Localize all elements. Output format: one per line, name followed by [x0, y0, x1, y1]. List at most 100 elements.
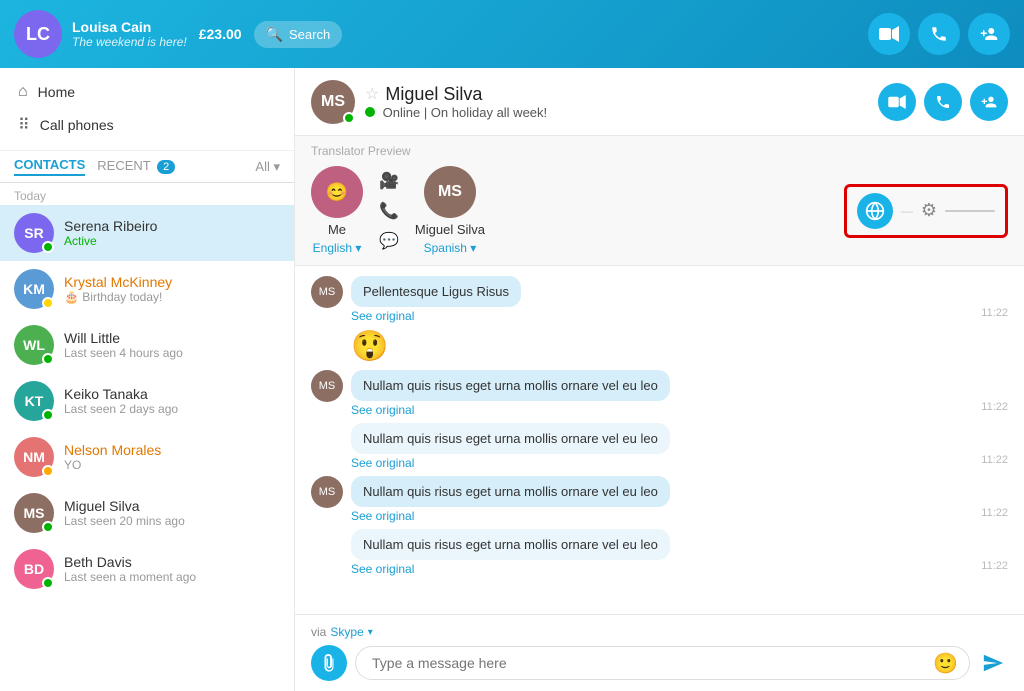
header-username: Louisa Cain [72, 19, 187, 35]
chat-status-dot [343, 112, 355, 124]
status-dot-nelson [42, 465, 54, 477]
contact-name-serena: Serena Ribeiro [64, 218, 280, 234]
msg-text-3: Nullam quis risus eget urna mollis ornar… [351, 370, 670, 401]
status-dot-krystal [42, 297, 54, 309]
msg-bubble-6: Nullam quis risus eget urna mollis ornar… [351, 529, 670, 576]
chat-bubble-icon: 💬 [379, 231, 399, 251]
recent-badge: 2 [157, 160, 175, 174]
chat-contact-status: Online | On holiday all week! [365, 105, 878, 120]
sidebar-item-home[interactable]: ⌂ Home [14, 76, 280, 108]
see-original-4[interactable]: See original [351, 456, 670, 470]
contact-item-will[interactable]: WL Will Little Last seen 4 hours ago [0, 317, 294, 373]
contact-name-beth: Beth Davis [64, 554, 280, 570]
msg-avatar-5: MS [311, 476, 343, 508]
add-contact-button[interactable] [968, 13, 1010, 55]
contact-item-beth[interactable]: BD Beth Davis Last seen a moment ago [0, 541, 294, 597]
tab-all-filter[interactable]: All ▾ [255, 159, 280, 175]
message-4: Nullam quis risus eget urna mollis ornar… [311, 423, 1008, 470]
video-call-button[interactable] [868, 13, 910, 55]
message-6: Nullam quis risus eget urna mollis ornar… [311, 529, 1008, 576]
contact-sub-miguel: Last seen 20 mins ago [64, 514, 280, 528]
avatar-miguel: MS [14, 493, 54, 533]
chat-add-contact-button[interactable] [970, 83, 1008, 121]
translator-label: Translator Preview [311, 144, 1008, 158]
msg-text-5: Nullam quis risus eget urna mollis ornar… [351, 476, 670, 507]
msg-time-5: 11:22 [981, 507, 1008, 523]
msg-bubble-4: Nullam quis risus eget urna mollis ornar… [351, 423, 670, 470]
see-original-3[interactable]: See original [351, 403, 670, 417]
msg-time-4: 11:22 [981, 454, 1008, 470]
chat-input-area: via Skype ▾ 🙂 [295, 614, 1024, 691]
attach-button[interactable] [311, 645, 347, 681]
avatar-keiko: KT [14, 381, 54, 421]
skype-dropdown-arrow[interactable]: ▾ [368, 627, 373, 638]
search-bar[interactable]: 🔍 Search [254, 21, 343, 48]
msg-bubble-5: Nullam quis risus eget urna mollis ornar… [351, 476, 670, 523]
contact-name-miguel: Miguel Silva [64, 498, 280, 514]
header-user-info: Louisa Cain The weekend is here! [72, 19, 187, 49]
see-original-1[interactable]: See original [351, 309, 521, 323]
chat-contact-avatar: MS [311, 80, 355, 124]
avatar-nelson: NM [14, 437, 54, 477]
msg-bubble-3: Nullam quis risus eget urna mollis ornar… [351, 370, 670, 417]
header-user-status: The weekend is here! [72, 35, 187, 49]
see-original-6[interactable]: See original [351, 562, 670, 576]
sidebar-tabs: CONTACTS RECENT 2 All ▾ [0, 151, 294, 183]
contact-item-keiko[interactable]: KT Keiko Tanaka Last seen 2 days ago [0, 373, 294, 429]
contact-sub-serena: Active [64, 234, 280, 248]
chat-messages: MS Pellentesque Ligus Risus See original… [295, 266, 1024, 614]
header-balance: £23.00 [199, 26, 242, 42]
translator-other-name: Miguel Silva [415, 222, 485, 237]
contact-name-keiko: Keiko Tanaka [64, 386, 280, 402]
status-dot-will [42, 353, 54, 365]
contact-info-beth: Beth Davis Last seen a moment ago [64, 554, 280, 584]
contact-name-will: Will Little [64, 330, 280, 346]
phone-icon-small: 📞 [379, 201, 399, 221]
see-original-5[interactable]: See original [351, 509, 670, 523]
translator-me-name: Me [328, 222, 346, 237]
send-button[interactable] [978, 648, 1008, 678]
translator-me-language[interactable]: English ▾ [313, 241, 362, 255]
translator-other: MS Miguel Silva Spanish ▾ [415, 166, 485, 255]
settings-slider [945, 210, 995, 212]
call-button[interactable] [918, 13, 960, 55]
translator-connector-icons: 🎥 📞 💬 [379, 171, 399, 251]
sidebar-item-home-label: Home [38, 84, 75, 100]
sidebar-item-call-phones[interactable]: ⠿ Call phones [14, 108, 280, 142]
translator-me-avatar: 😊 [311, 166, 363, 218]
dialpad-icon: ⠿ [18, 115, 30, 135]
contact-sub-nelson: YO [64, 458, 280, 472]
status-dot-miguel [42, 521, 54, 533]
sidebar-item-call-phones-label: Call phones [40, 117, 114, 133]
contact-item-krystal[interactable]: KM Krystal McKinney 🎂 Birthday today! [0, 261, 294, 317]
translator-other-language[interactable]: Spanish ▾ [424, 241, 477, 255]
star-icon[interactable]: ☆ [365, 84, 379, 104]
chat-contact-info: ☆ Miguel Silva Online | On holiday all w… [365, 84, 878, 120]
translator-settings-button[interactable]: ⚙ [921, 200, 937, 221]
contact-item-nelson[interactable]: NM Nelson Morales YO [0, 429, 294, 485]
contact-item-miguel[interactable]: MS Miguel Silva Last seen 20 mins ago [0, 485, 294, 541]
contact-sub-beth: Last seen a moment ago [64, 570, 280, 584]
contact-name-krystal: Krystal McKinney [64, 274, 280, 290]
input-wrapper: 🙂 [355, 646, 970, 680]
skype-link[interactable]: Skype [330, 625, 363, 639]
emoji-picker-button[interactable]: 🙂 [933, 651, 958, 676]
contact-info-keiko: Keiko Tanaka Last seen 2 days ago [64, 386, 280, 416]
sidebar-navigation: ⌂ Home ⠿ Call phones [0, 68, 294, 151]
message-input[interactable] [355, 646, 970, 680]
header-avatar: LC [14, 10, 62, 58]
msg-text-4: Nullam quis risus eget urna mollis ornar… [351, 423, 670, 454]
chat-contact-name: ☆ Miguel Silva [365, 84, 878, 105]
online-indicator [365, 107, 375, 117]
contact-item-serena[interactable]: SR Serena Ribeiro Active [0, 205, 294, 261]
translator-globe-button[interactable] [857, 193, 893, 229]
msg-text-6: Nullam quis risus eget urna mollis ornar… [351, 529, 670, 560]
tab-recent[interactable]: RECENT 2 [97, 158, 175, 175]
msg-avatar-1: MS [311, 276, 343, 308]
contact-name-nelson: Nelson Morales [64, 442, 280, 458]
today-label: Today [0, 183, 294, 205]
tab-contacts[interactable]: CONTACTS [14, 157, 85, 176]
avatar-will: WL [14, 325, 54, 365]
chat-call-button[interactable] [924, 83, 962, 121]
chat-video-button[interactable] [878, 83, 916, 121]
